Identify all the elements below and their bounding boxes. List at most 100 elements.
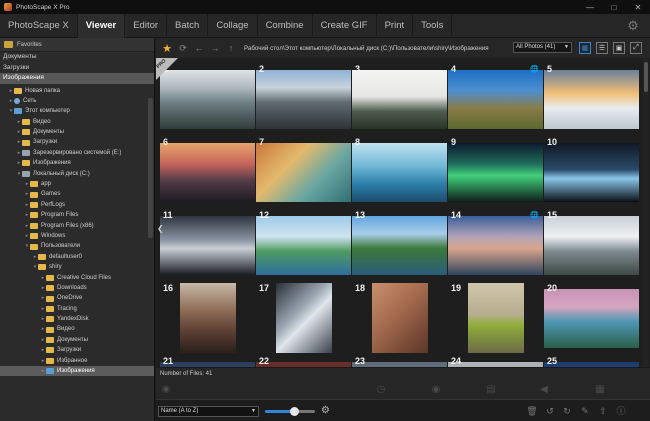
thumbnail-item[interactable]: 15 — [544, 210, 639, 280]
timer-icon[interactable]: ◷ — [375, 384, 387, 396]
forward-arrow-icon[interactable]: → — [208, 41, 222, 55]
folder-tree-item[interactable]: ▸ app — [0, 179, 154, 189]
thumbnail-item[interactable]: 18 — [352, 283, 447, 353]
thumbnail-item[interactable]: 9 — [448, 137, 543, 207]
collapse-arrow-icon[interactable]: ❮ — [157, 224, 164, 233]
folder-tree-item[interactable]: ▸ Program Files (x86) — [0, 221, 154, 231]
thumbnail-image[interactable] — [544, 289, 639, 348]
thumbnail-item[interactable]: 14 🌐 — [448, 210, 543, 280]
thumbnail-item[interactable]: 12 — [256, 210, 351, 280]
minimize-icon[interactable]: — — [578, 0, 602, 14]
thumbnail-image[interactable] — [448, 216, 543, 275]
folder-tree-item[interactable]: ▸ Загрузки — [0, 137, 154, 147]
thumbnail-image[interactable] — [256, 216, 351, 275]
thumbnail-item[interactable]: 4 🌐 — [448, 64, 543, 134]
favorite-item[interactable]: Загрузки — [0, 63, 154, 74]
edit-icon[interactable]: ✎ — [579, 405, 591, 417]
thumbnail-image[interactable] — [544, 143, 639, 202]
thumbnail-size-slider[interactable] — [265, 407, 315, 416]
tab-viewer[interactable]: Viewer — [77, 13, 126, 38]
folder-tree-item[interactable]: ▸ Загрузки — [0, 345, 154, 355]
settings-gear-icon[interactable]: ⚙ — [625, 18, 641, 34]
folder-tree-item[interactable]: ▸ Изображения — [0, 366, 154, 377]
single-view-icon[interactable]: ▣ — [613, 42, 625, 54]
disc-icon[interactable]: ◉ — [430, 384, 442, 396]
thumbnail-image[interactable] — [352, 70, 447, 129]
thumbnail-item[interactable]: 11 — [160, 210, 255, 280]
thumbnail-image[interactable] — [468, 283, 524, 353]
grid-scrollbar-thumb[interactable] — [644, 62, 648, 92]
folder-tree-item[interactable]: ▸ Program Files — [0, 210, 154, 220]
thumbnail-image[interactable] — [352, 216, 447, 275]
folder-tree-item[interactable]: ▸ Windows — [0, 231, 154, 241]
thumbnail-item[interactable]: 8 — [352, 137, 447, 207]
favorite-item[interactable]: Изображения — [0, 73, 154, 84]
thumbnail-image[interactable] — [180, 283, 236, 353]
folder-tree-item[interactable]: ▸ Документы — [0, 335, 154, 345]
upload-icon[interactable]: ⇧ — [597, 405, 609, 417]
tab-editor[interactable]: Editor — [125, 13, 168, 38]
folder-tree-item[interactable]: ▾ Этот компьютер — [0, 106, 154, 116]
thumbnail-item[interactable]: 10 — [544, 137, 639, 207]
favorite-item[interactable]: Документы — [0, 52, 154, 63]
thumbnail-item[interactable]: 2 — [256, 64, 351, 134]
thumbnail-item[interactable]: 3 — [352, 64, 447, 134]
folder-tree-item[interactable]: ▸ Новая папка — [0, 86, 154, 96]
tab-batch[interactable]: Batch — [167, 13, 209, 38]
fullscreen-icon[interactable]: ⤢ — [630, 42, 642, 54]
thumbnail-item[interactable]: 20 — [544, 283, 639, 353]
thumbnail-item[interactable]: 6 — [160, 137, 255, 207]
thumbnail-item[interactable]: 21 — [160, 356, 255, 367]
thumbnail-item[interactable]: 22 — [256, 356, 351, 367]
photo-filter-select[interactable]: All Photos (41) ▼ — [513, 42, 572, 53]
rotate-right-icon[interactable]: ↻ — [561, 405, 573, 417]
thumbnail-item[interactable]: 24 — [448, 356, 543, 367]
thumbnail-image[interactable] — [448, 143, 543, 202]
close-icon[interactable]: ✕ — [626, 0, 650, 14]
sort-select[interactable]: Name (A to Z) ▼ — [158, 406, 259, 417]
folder-tree-item[interactable]: ▸ OneDrive — [0, 293, 154, 303]
up-arrow-icon[interactable]: ↑ — [224, 41, 238, 55]
thumbnail-image[interactable] — [544, 70, 639, 129]
grid-scrollbar-track[interactable] — [643, 58, 649, 367]
trash-icon[interactable]: 🗑 — [526, 405, 538, 417]
refresh-icon[interactable]: ⟳ — [176, 41, 190, 55]
thumbnail-item[interactable]: 25 — [544, 356, 639, 367]
thumbnail-image[interactable] — [160, 216, 255, 275]
export-icon[interactable]: ▦ — [594, 384, 606, 396]
folder-tree-item[interactable]: ▸ Видео — [0, 324, 154, 334]
folder-tree-item[interactable]: ▸ defaultuser0 — [0, 252, 154, 262]
rotate-left-icon[interactable]: ↺ — [544, 405, 556, 417]
folder-tree-item[interactable]: ▸ Изображения — [0, 158, 154, 168]
folder-tree-item[interactable]: ▸ Избранное — [0, 356, 154, 366]
film-icon[interactable]: ▤ — [485, 384, 497, 396]
slider-knob[interactable] — [289, 407, 299, 416]
folder-tree-item[interactable]: ▸ Tracing — [0, 304, 154, 314]
thumbnail-image[interactable] — [276, 283, 332, 353]
folder-tree-item[interactable]: ▸ Downloads — [0, 283, 154, 293]
star-icon[interactable]: ★ — [160, 41, 174, 55]
folder-tree-item[interactable]: ▸ YandexDisk — [0, 314, 154, 324]
folder-tree-item[interactable]: ▸ Сеть — [0, 96, 154, 106]
folder-tree-item[interactable]: ▾ shiry — [0, 262, 154, 272]
sidebar-scrollbar[interactable] — [148, 98, 153, 238]
folder-tree-item[interactable]: ▸ Видео — [0, 117, 154, 127]
grid-view-icon[interactable]: ▦ — [579, 42, 591, 54]
list-view-icon[interactable]: ☰ — [596, 42, 608, 54]
thumbnail-image[interactable] — [256, 143, 351, 202]
tab-combine[interactable]: Combine — [258, 13, 313, 38]
thumbnail-image[interactable] — [544, 216, 639, 275]
camera-icon[interactable]: ◉ — [160, 384, 172, 396]
thumbnail-item[interactable]: 16 — [160, 283, 255, 353]
folder-tree-item[interactable]: ▸ Games — [0, 189, 154, 199]
folder-tree-item[interactable]: ▾ Пользователи — [0, 241, 154, 251]
folder-tree-item[interactable]: ▸ Зарезервировано системой (E:) — [0, 148, 154, 158]
thumbnail-item[interactable]: 17 — [256, 283, 351, 353]
maximize-icon[interactable]: □ — [602, 0, 626, 14]
thumbnail-item[interactable]: 7 — [256, 137, 351, 207]
thumbnail-image[interactable] — [448, 70, 543, 129]
thumbnail-item[interactable]: 19 — [448, 283, 543, 353]
folder-tree-item[interactable]: ▾ Локальный диск (C:) — [0, 169, 154, 179]
thumbnail-image[interactable] — [372, 283, 428, 353]
folder-tree-item[interactable]: ▸ Документы — [0, 127, 154, 137]
